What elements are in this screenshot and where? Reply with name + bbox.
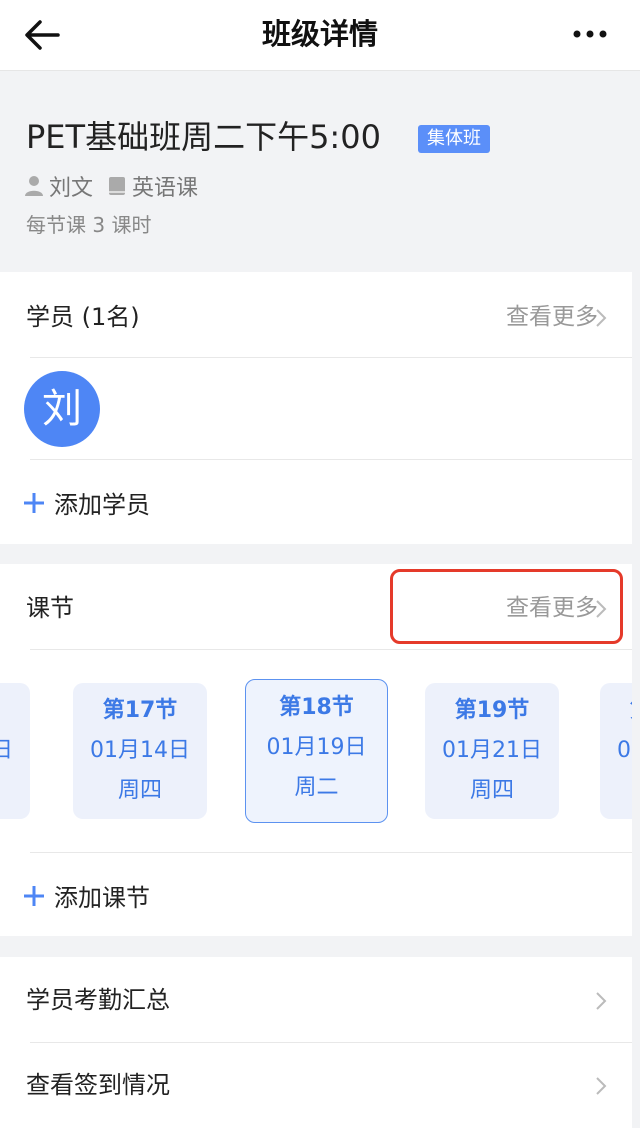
plus-icon bbox=[24, 885, 44, 906]
students-label: 学员 (1名) bbox=[26, 303, 140, 331]
class-type-badge: 集体班 bbox=[418, 125, 490, 153]
book-icon bbox=[109, 177, 126, 195]
chevron-right-icon[interactable] bbox=[594, 307, 608, 329]
lesson-scroller[interactable]: 第16节 01月12日 周二 第17节 01月14日 周四 第18节 01月19… bbox=[0, 650, 632, 850]
person-icon bbox=[25, 176, 43, 196]
menu-item-label: 学员考勤汇总 bbox=[26, 986, 170, 1014]
class-meta: 刘文 英语课 bbox=[24, 171, 198, 201]
avatar[interactable]: 刘 bbox=[24, 371, 100, 447]
students-see-more[interactable]: 查看更多 bbox=[506, 301, 598, 333]
nav-bar: 班级详情 bbox=[0, 0, 640, 71]
divider bbox=[30, 852, 632, 853]
course-name: 英语课 bbox=[132, 176, 199, 201]
chevron-right-icon bbox=[596, 992, 607, 1010]
more-dots-icon[interactable] bbox=[570, 23, 610, 45]
add-student-label: 添加学员 bbox=[54, 491, 150, 519]
class-name: PET基础班周二下午5:00 bbox=[26, 118, 381, 156]
add-lesson-button[interactable]: 添加课节 bbox=[22, 878, 150, 913]
menu-card: 学员考勤汇总 查看签到情况 bbox=[0, 957, 632, 1128]
lesson-card[interactable]: 第19节 01月21日 周四 bbox=[425, 683, 559, 819]
lessons-label: 课节 bbox=[26, 594, 74, 622]
lesson-card[interactable]: 第16节 01月12日 周二 bbox=[0, 683, 30, 819]
chevron-right-icon bbox=[596, 1077, 607, 1095]
highlight-box bbox=[390, 569, 623, 644]
page-title: 班级详情 bbox=[261, 17, 378, 51]
lesson-card-selected[interactable]: 第18节 01月19日 周二 bbox=[245, 679, 388, 823]
lesson-card[interactable]: 第17节 01月14日 周四 bbox=[73, 683, 207, 819]
lesson-hours: 每节课 3 课时 bbox=[26, 213, 152, 237]
menu-item-check-in-status[interactable]: 查看签到情况 bbox=[0, 1043, 632, 1128]
divider bbox=[30, 357, 632, 358]
menu-item-attendance-summary[interactable]: 学员考勤汇总 bbox=[0, 957, 632, 1042]
divider bbox=[30, 459, 632, 460]
add-student-button[interactable]: 添加学员 bbox=[22, 485, 150, 520]
teacher-name: 刘文 bbox=[49, 176, 94, 201]
menu-item-label: 查看签到情况 bbox=[26, 1071, 170, 1099]
add-lesson-label: 添加课节 bbox=[54, 884, 150, 912]
lesson-card[interactable]: 第20节 01月26日 周二 bbox=[600, 683, 632, 819]
plus-icon bbox=[24, 492, 44, 513]
